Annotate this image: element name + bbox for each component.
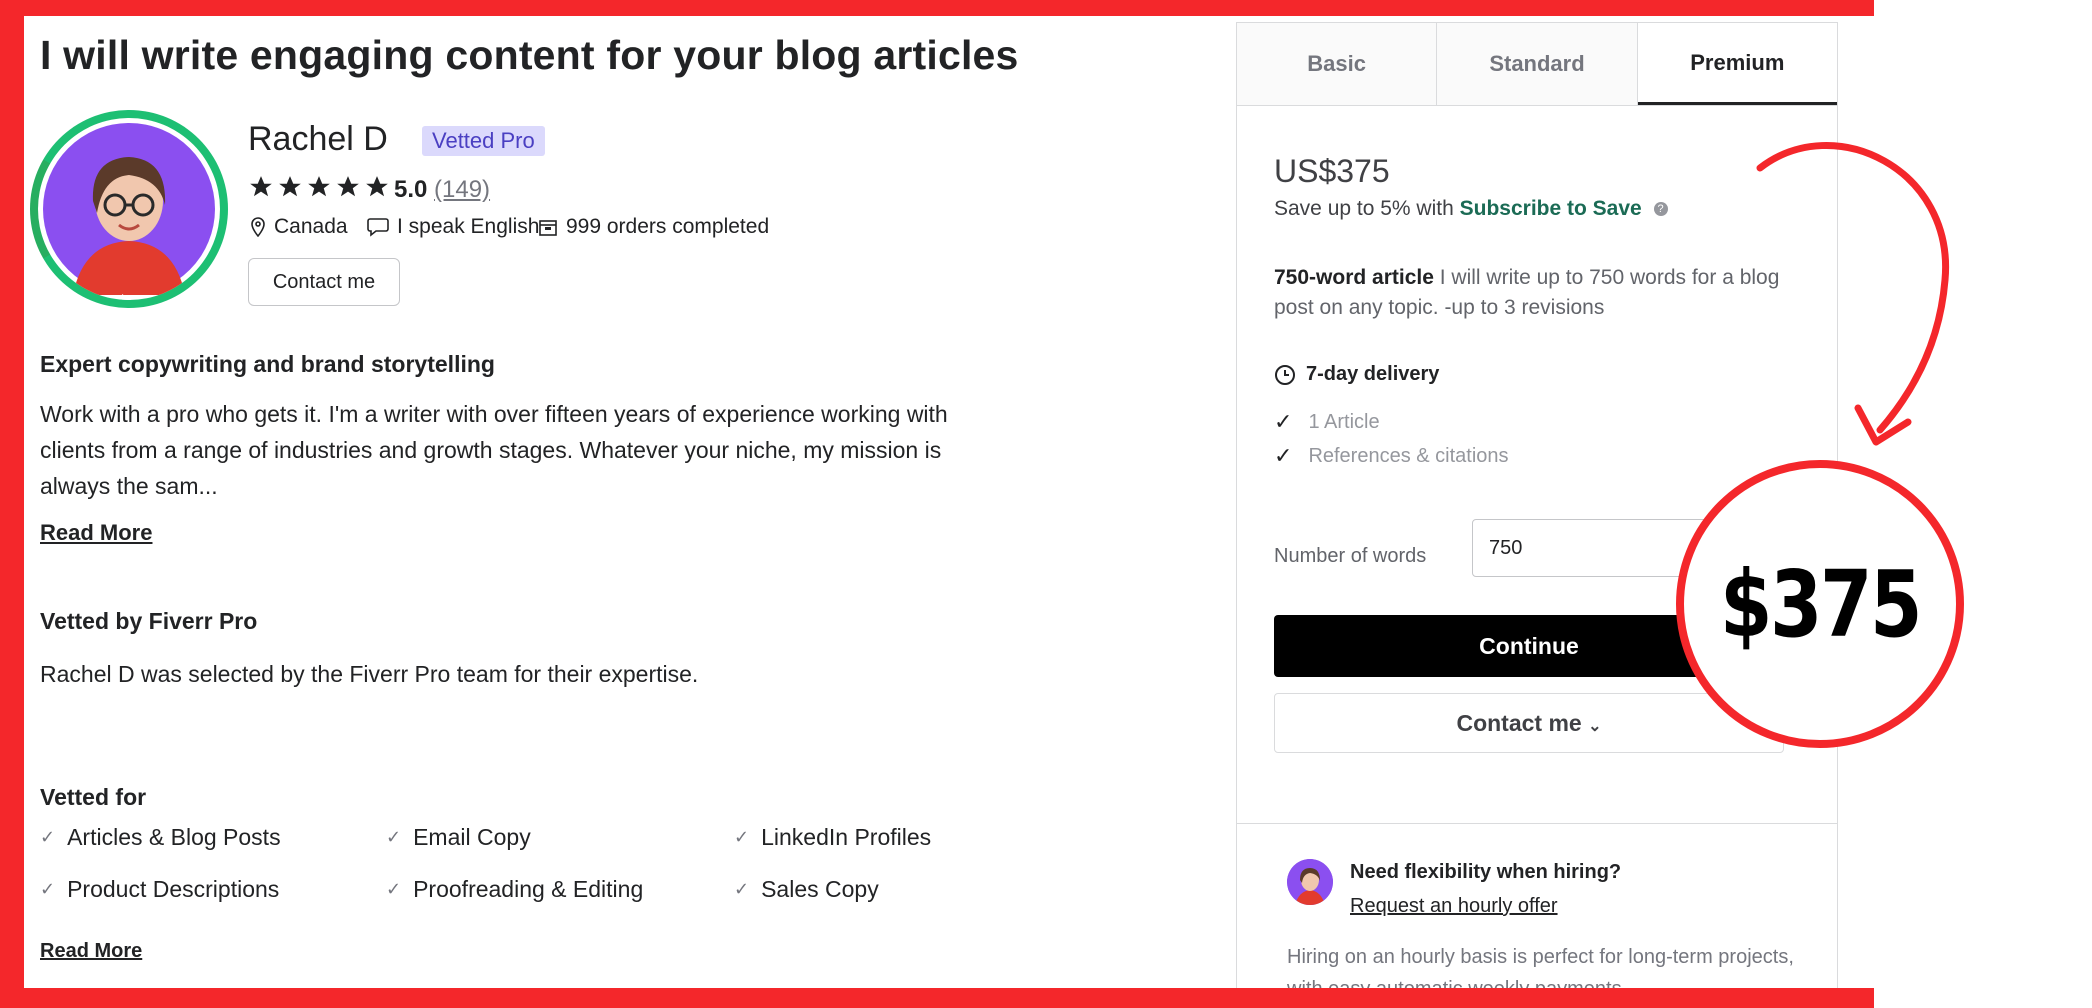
star-icon [337,176,359,197]
red-frame: I will write engaging content for your b… [0,0,1874,1008]
tab-basic[interactable]: Basic [1237,23,1438,105]
about-line: clients from a range of industries and g… [40,437,942,463]
speech-bubble-icon [367,218,389,237]
star-icon [366,176,388,197]
about-heading: Expert copywriting and brand storytellin… [40,351,495,377]
package-title: 750-word article [1274,266,1434,289]
about-line: always the sam... [40,473,218,499]
about-line: Work with a pro who gets it. I'm a write… [40,401,948,427]
about-read-more-link[interactable]: Read More [40,520,152,546]
price-callout: $375 [1676,460,1964,748]
check-icon: ✓ [386,827,402,847]
contact-me-button[interactable]: Contact me [248,258,400,306]
package-tabs: Basic Standard Premium [1237,23,1837,106]
package-price: US$375 [1274,153,1390,189]
star-icon [250,176,272,197]
package-description: 750-word article I will write up to 750 … [1274,263,1794,323]
feature-item: ✓ 1 Article [1274,409,1380,435]
seller-orders: 999 orders completed [538,215,769,239]
play-icon[interactable] [122,294,144,300]
vetted-heading: Vetted by Fiverr Pro [40,608,258,634]
star-icon [308,176,330,197]
help-icon[interactable]: ? [1653,202,1668,217]
avatar [43,123,215,295]
hourly-offer-title: Need flexibility when hiring? [1350,861,1622,883]
chevron-down-icon: ⌄ [1588,717,1602,735]
gig-page: I will write engaging content for your b… [24,16,1874,988]
check-icon: ✓ [734,827,750,847]
vetted-pro-badge: Vetted Pro [422,126,545,156]
check-icon: ✓ [1274,443,1293,468]
vetted-for-item: ✓ Email Copy [386,824,531,850]
rating-stars [248,174,390,200]
check-icon: ✓ [386,879,402,899]
tab-premium[interactable]: Premium [1637,23,1837,105]
avatar [1287,859,1333,905]
star-icon [279,176,301,197]
seller-country: Canada [274,215,348,238]
number-of-words-label: Number of words [1274,545,1427,567]
rating-count-link[interactable]: (149) [434,176,490,204]
vetted-for-item: ✓ Sales Copy [734,876,879,902]
check-icon: ✓ [734,879,750,899]
annotation-arrow-icon [1756,141,1950,446]
vetted-for-read-more-link[interactable]: Read More [40,940,142,963]
save-text: Save up to 5% with [1274,197,1454,220]
vetted-for-heading: Vetted for [40,784,147,810]
gig-title: I will write engaging content for your b… [40,32,1019,78]
vetted-for-item: ✓ LinkedIn Profiles [734,824,932,850]
delivery-time: 7-day delivery [1274,363,1439,386]
location-pin-icon [251,217,265,237]
clock-icon [1275,364,1295,385]
request-hourly-offer-link[interactable]: Request an hourly offer [1350,895,1558,918]
seller-language-text: I speak English [397,215,540,238]
seller-language: I speak English [367,215,539,239]
feature-item: ✓ References & citations [1274,443,1509,469]
tab-standard[interactable]: Standard [1437,23,1638,105]
check-icon: ✓ [1274,409,1293,434]
seller-avatar-video[interactable] [38,118,220,300]
check-icon: ✓ [40,827,56,847]
seller-location: Canada [250,215,348,239]
hourly-offer-text: Hiring on an hourly basis is perfect for… [1287,946,1794,988]
vetted-text: Rachel D was selected by the Fiverr Pro … [40,661,699,687]
seller-name[interactable]: Rachel D [248,120,388,159]
subscribe-to-save-link[interactable]: Subscribe to Save [1460,197,1642,220]
orders-completed: 999 orders completed [566,215,770,238]
vetted-for-item: ✓ Product Descriptions [40,876,280,902]
contact-me-label: Contact me [1456,709,1582,736]
about-text: Work with a pro who gets it. I'm a write… [40,396,948,504]
feature-label: 1 Article [1308,410,1380,433]
divider [1237,823,1837,824]
vetted-for-item: ✓ Proofreading & Editing [386,876,644,902]
rating-value: 5.0 [394,176,428,203]
price-callout-text: $375 [1719,550,1923,658]
vetted-for-item: ✓ Articles & Blog Posts [40,824,281,850]
subscribe-save-line: Save up to 5% with Subscribe to Save ? [1274,197,1668,221]
contact-me-dropdown-button[interactable]: Contact me ⌄ [1274,693,1784,753]
delivery-text: 7-day delivery [1306,363,1440,385]
check-icon: ✓ [40,879,56,899]
feature-label: References & citations [1308,444,1509,467]
package-icon [539,220,557,236]
